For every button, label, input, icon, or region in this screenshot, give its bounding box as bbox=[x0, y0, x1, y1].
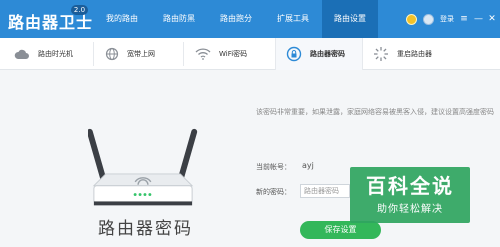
nav-item-anti-hack[interactable]: 路由防黑 bbox=[151, 0, 207, 38]
tab-label: WiFi密码 bbox=[219, 50, 248, 58]
page-title: 路由器密码 bbox=[98, 219, 193, 239]
tab-wifi-password[interactable]: WiFi密码 bbox=[195, 38, 247, 70]
version-badge: 2.0 bbox=[71, 5, 88, 15]
nav-item-my-router[interactable]: 我的路由 bbox=[94, 0, 150, 38]
tab-label: 路由时光机 bbox=[38, 50, 73, 58]
header-tools: 登录 ≡ — ✕ bbox=[406, 0, 496, 38]
medal-icon[interactable] bbox=[406, 13, 417, 25]
close-icon[interactable]: ✕ bbox=[488, 14, 496, 24]
tab-restart-router[interactable]: 重启路由器 bbox=[373, 38, 432, 70]
nav-item-extensions[interactable]: 扩展工具 bbox=[265, 0, 321, 38]
nav-item-router-settings[interactable]: 路由设置 bbox=[322, 0, 378, 38]
lock-icon bbox=[286, 46, 302, 62]
account-value: ayj bbox=[302, 161, 314, 170]
wifi-icon bbox=[195, 48, 211, 60]
tab-label: 重启路由器 bbox=[397, 50, 432, 58]
save-button[interactable]: 保存设置 bbox=[300, 221, 381, 239]
divider bbox=[93, 42, 94, 66]
new-password-label: 新的密码： bbox=[256, 188, 291, 196]
cloud-icon bbox=[14, 48, 30, 60]
tab-router-time-machine[interactable]: 路由时光机 bbox=[14, 38, 73, 70]
globe-icon bbox=[105, 47, 119, 61]
watermark-badge: 百科全说 助你轻松解决 bbox=[350, 167, 470, 223]
account-label: 当前帐号： bbox=[256, 163, 291, 171]
tab-label: 路由器密码 bbox=[310, 50, 345, 58]
password-input[interactable]: 路由器密码 bbox=[300, 184, 350, 198]
nav-item-benchmark[interactable]: 路由跑分 bbox=[208, 0, 264, 38]
top-bar: 路由器卫士 2.0 我的路由 路由防黑 路由跑分 扩展工具 路由设置 登录 ≡ … bbox=[0, 0, 500, 38]
menu-icon[interactable]: ≡ bbox=[460, 14, 468, 24]
tab-label: 宽带上网 bbox=[127, 50, 155, 58]
watermark-subtitle: 助你轻松解决 bbox=[377, 204, 443, 215]
sub-nav: 路由时光机 宽带上网 WiFi密码 路由器密码 重启路由器 bbox=[0, 38, 500, 70]
tab-broadband[interactable]: 宽带上网 bbox=[105, 38, 155, 70]
main-nav: 我的路由 路由防黑 路由跑分 扩展工具 路由设置 bbox=[94, 0, 379, 38]
avatar-icon[interactable] bbox=[423, 13, 434, 25]
restart-icon bbox=[373, 46, 389, 62]
minimize-icon[interactable]: — bbox=[474, 14, 483, 24]
tab-router-password[interactable]: 路由器密码 bbox=[286, 38, 345, 70]
watermark-title: 百科全说 bbox=[366, 174, 454, 198]
router-illustration bbox=[88, 128, 198, 206]
login-link[interactable]: 登录 bbox=[440, 14, 454, 24]
divider bbox=[183, 42, 184, 66]
password-description: 该密码非常重要，如果泄露，家庭网络容易被黑客入侵，建议设置高强度密码 bbox=[256, 108, 494, 116]
